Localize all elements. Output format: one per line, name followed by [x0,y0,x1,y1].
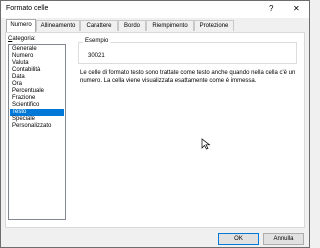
cancel-button[interactable]: Annulla [263,233,304,245]
mouse-cursor-icon [201,138,211,150]
tab-allineamento[interactable]: Allineamento [36,20,80,31]
category-item-data[interactable]: Data [10,74,64,81]
category-label: Categoria: [8,36,36,42]
tab-protezione[interactable]: Protezione [194,20,234,31]
format-cells-dialog: Formato celle ? ✕ Numero Allineamento Ca… [0,0,310,248]
category-item-testo[interactable]: Testo [10,109,64,116]
tab-riempimento[interactable]: Riempimento [146,20,194,31]
help-button[interactable]: ? [269,4,273,14]
tab-numero[interactable]: Numero [6,19,36,32]
category-item-speciale[interactable]: Speciale [10,116,64,123]
title-bar: Formato celle ? ✕ [1,1,309,18]
sample-group [78,42,297,64]
category-item-contabilita[interactable]: Contabilità [10,67,64,74]
category-item-percentuale[interactable]: Percentuale [10,88,64,95]
category-item-scientifico[interactable]: Scientifico [10,102,64,109]
sample-legend: Esempio [83,38,111,44]
ok-button[interactable]: OK [218,233,259,245]
tab-bordo[interactable]: Bordo [118,20,146,31]
category-item-personalizzato[interactable]: Personalizzato [10,123,64,130]
category-item-generale[interactable]: Generale [10,46,64,53]
category-item-valuta[interactable]: Valuta [10,60,64,67]
sample-value: 30021 [88,53,105,59]
dialog-title: Formato celle [6,5,49,12]
category-list[interactable]: Generale Numero Valuta Contabilità Data … [8,44,66,220]
close-button[interactable]: ✕ [293,4,300,14]
tab-carattere[interactable]: Carattere [80,20,118,31]
category-item-numero[interactable]: Numero [10,53,64,60]
category-item-frazione[interactable]: Frazione [10,95,64,102]
category-item-ora[interactable]: Ora [10,81,64,88]
format-description: Le celle di formato testo sono trattate … [80,70,296,84]
